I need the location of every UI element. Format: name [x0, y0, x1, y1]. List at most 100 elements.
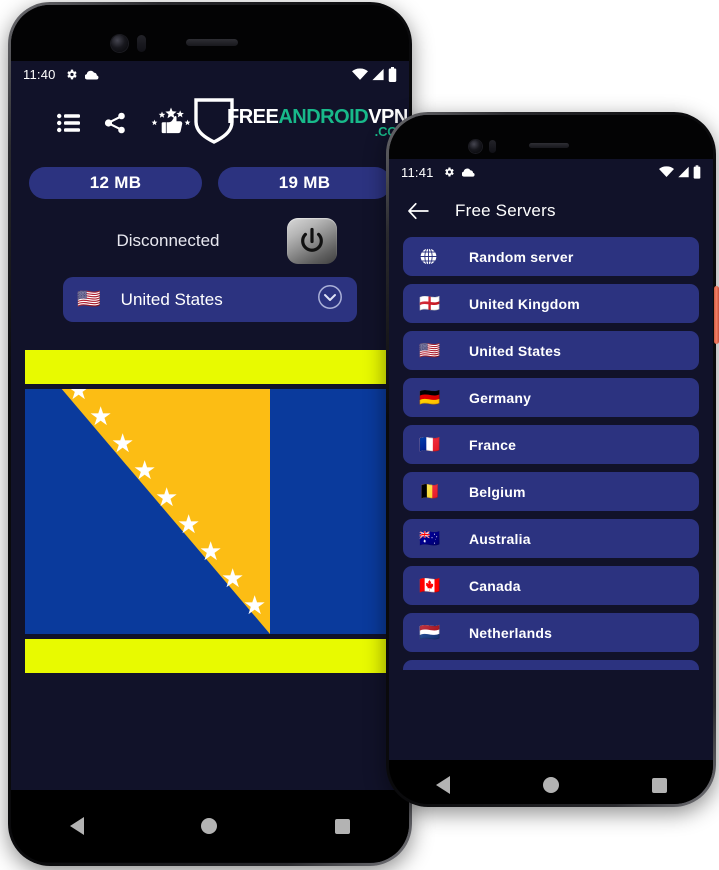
rate-thumbs-up-icon[interactable]	[149, 107, 193, 139]
proximity-sensor-icon	[489, 140, 496, 153]
server-list-item[interactable]: 🇨🇦 Canada	[403, 566, 699, 605]
side-power-button[interactable]	[714, 286, 719, 344]
server-label: France	[469, 436, 517, 453]
wifi-icon	[659, 166, 674, 177]
signal-icon	[678, 166, 689, 178]
download-pill: 12 MB	[29, 167, 202, 199]
server-list-item[interactable]: Random server	[403, 237, 699, 276]
banner-bar-bottom	[25, 639, 395, 673]
battery-icon	[388, 66, 397, 82]
server-list-item[interactable]: 🇺🇸 United States	[403, 331, 699, 370]
country-flag-icon: 🇺🇸	[77, 289, 101, 310]
logo-free: FREE	[227, 105, 279, 128]
logo-com: .COM	[227, 125, 408, 138]
phone-primary-top-bezel	[11, 5, 409, 61]
globe-icon	[419, 247, 438, 266]
status-left-icons	[443, 166, 476, 178]
phone-secondary: 11:41	[386, 112, 716, 807]
status-left-icons	[65, 68, 100, 81]
country-flag-icon: 🇨🇦	[419, 576, 441, 595]
android-navbar-primary	[11, 790, 409, 862]
flag-star: ★	[155, 482, 179, 512]
power-button[interactable]	[287, 218, 337, 264]
phone-secondary-body: 11:41	[389, 115, 713, 804]
cloud-icon	[461, 168, 475, 177]
server-label: Random server	[469, 248, 574, 265]
home-icon	[542, 777, 559, 793]
chevron-down-circle-icon[interactable]	[317, 284, 343, 315]
server-label: Netherlands	[469, 624, 553, 641]
share-icon[interactable]	[103, 111, 127, 135]
nav-back-button[interactable]	[435, 776, 450, 794]
status-right-icons	[352, 66, 397, 82]
server-label: Belgium	[469, 483, 526, 500]
country-flag-icon: 🏴󠁧󠁢󠁥󠁮󠁧󠁿	[419, 294, 441, 313]
bosnia-flag-graphic: ★ ★ ★ ★ ★ ★ ★ ★ ★	[25, 389, 395, 634]
front-camera-icon	[469, 140, 482, 153]
gear-icon	[66, 69, 77, 79]
country-flag-icon: 🇦🇺	[419, 529, 441, 548]
server-label: Australia	[469, 530, 531, 547]
flag-banner: ★ ★ ★ ★ ★ ★ ★ ★ ★	[11, 350, 409, 673]
server-list-item[interactable]: 🏴󠁧󠁢󠁥󠁮󠁧󠁿 United Kingdom	[403, 284, 699, 323]
status-bar-primary: 11:40	[11, 61, 409, 87]
nav-back-button[interactable]	[69, 817, 84, 835]
app-toolbar: FREEANDROIDVPN .COM	[11, 87, 409, 159]
back-icon	[435, 776, 450, 794]
server-list-item[interactable]: 🇧🇪 Belgium	[403, 472, 699, 511]
server-list-item-partial[interactable]	[403, 660, 699, 670]
nav-home-button[interactable]	[201, 818, 218, 834]
country-selector[interactable]: 🇺🇸 United States	[63, 277, 357, 322]
data-usage-pills: 12 MB 19 MB	[11, 167, 409, 199]
country-flag-icon: 🇫🇷	[419, 435, 441, 454]
country-flag-icon: 🇳🇱	[419, 623, 441, 642]
status-time: 11:40	[23, 66, 56, 82]
home-icon	[201, 818, 218, 834]
country-label: United States	[120, 289, 223, 309]
country-flag-icon: 🇩🇪	[419, 388, 441, 407]
battery-icon	[693, 165, 701, 179]
server-label: United Kingdom	[469, 295, 580, 312]
flag-stars: ★ ★ ★ ★ ★ ★ ★ ★ ★	[25, 389, 395, 634]
back-arrow-icon[interactable]	[407, 202, 429, 220]
flag-star: ★	[199, 536, 223, 566]
wifi-icon	[352, 67, 368, 80]
signal-icon	[372, 68, 384, 80]
app-logo: FREEANDROIDVPN .COM	[193, 97, 408, 150]
server-list: Random server 🏴󠁧󠁢󠁥󠁮󠁧󠁿 United Kingdom 🇺🇸 Unit…	[389, 237, 713, 760]
power-icon	[301, 227, 323, 252]
back-icon	[69, 817, 84, 835]
page-title: Free Servers	[455, 201, 556, 220]
status-right-icons	[659, 165, 701, 179]
flag-star: ★	[111, 428, 135, 458]
earpiece-speaker	[186, 39, 238, 46]
nav-recents-button[interactable]	[651, 777, 667, 793]
cloud-icon	[84, 70, 98, 80]
server-list-item[interactable]: 🇦🇺 Australia	[403, 519, 699, 558]
phone-primary-screen: 11:40 FREEANDROIDVPN 12 MB 19 MB Disconn…	[11, 61, 409, 790]
flag-star: ★	[89, 401, 113, 431]
phone-primary-body: 11:40 FREEANDROIDVPN 12 MB 19 MB Disconn…	[11, 5, 409, 863]
server-list-item[interactable]: 🇩🇪 Germany	[403, 378, 699, 417]
connection-row: Disconnected	[11, 217, 409, 265]
flag-star: ★	[177, 509, 201, 539]
connection-status: Disconnected	[116, 231, 220, 250]
country-flag-icon: 🇺🇸	[419, 341, 441, 360]
phone-secondary-screen: 11:41	[389, 159, 713, 760]
flag-star: ★	[221, 563, 245, 593]
flag-star: ★	[133, 455, 157, 485]
servers-appbar: Free Servers	[389, 185, 713, 237]
list-icon[interactable]	[57, 113, 81, 133]
recents-icon	[651, 777, 667, 793]
toolbar-icon-group	[57, 107, 193, 139]
server-label: Germany	[469, 389, 532, 406]
screenshot-stage: 11:40 FREEANDROIDVPN 12 MB 19 MB Disconn…	[0, 0, 719, 870]
server-list-item[interactable]: 🇫🇷 France	[403, 425, 699, 464]
server-list-item[interactable]: 🇳🇱 Netherlands	[403, 613, 699, 652]
android-navbar-secondary	[389, 760, 713, 804]
nav-recents-button[interactable]	[335, 818, 351, 834]
nav-home-button[interactable]	[542, 777, 559, 793]
earpiece-speaker	[529, 143, 569, 148]
banner-bar-top	[25, 350, 395, 384]
flag-star: ★	[67, 389, 91, 405]
